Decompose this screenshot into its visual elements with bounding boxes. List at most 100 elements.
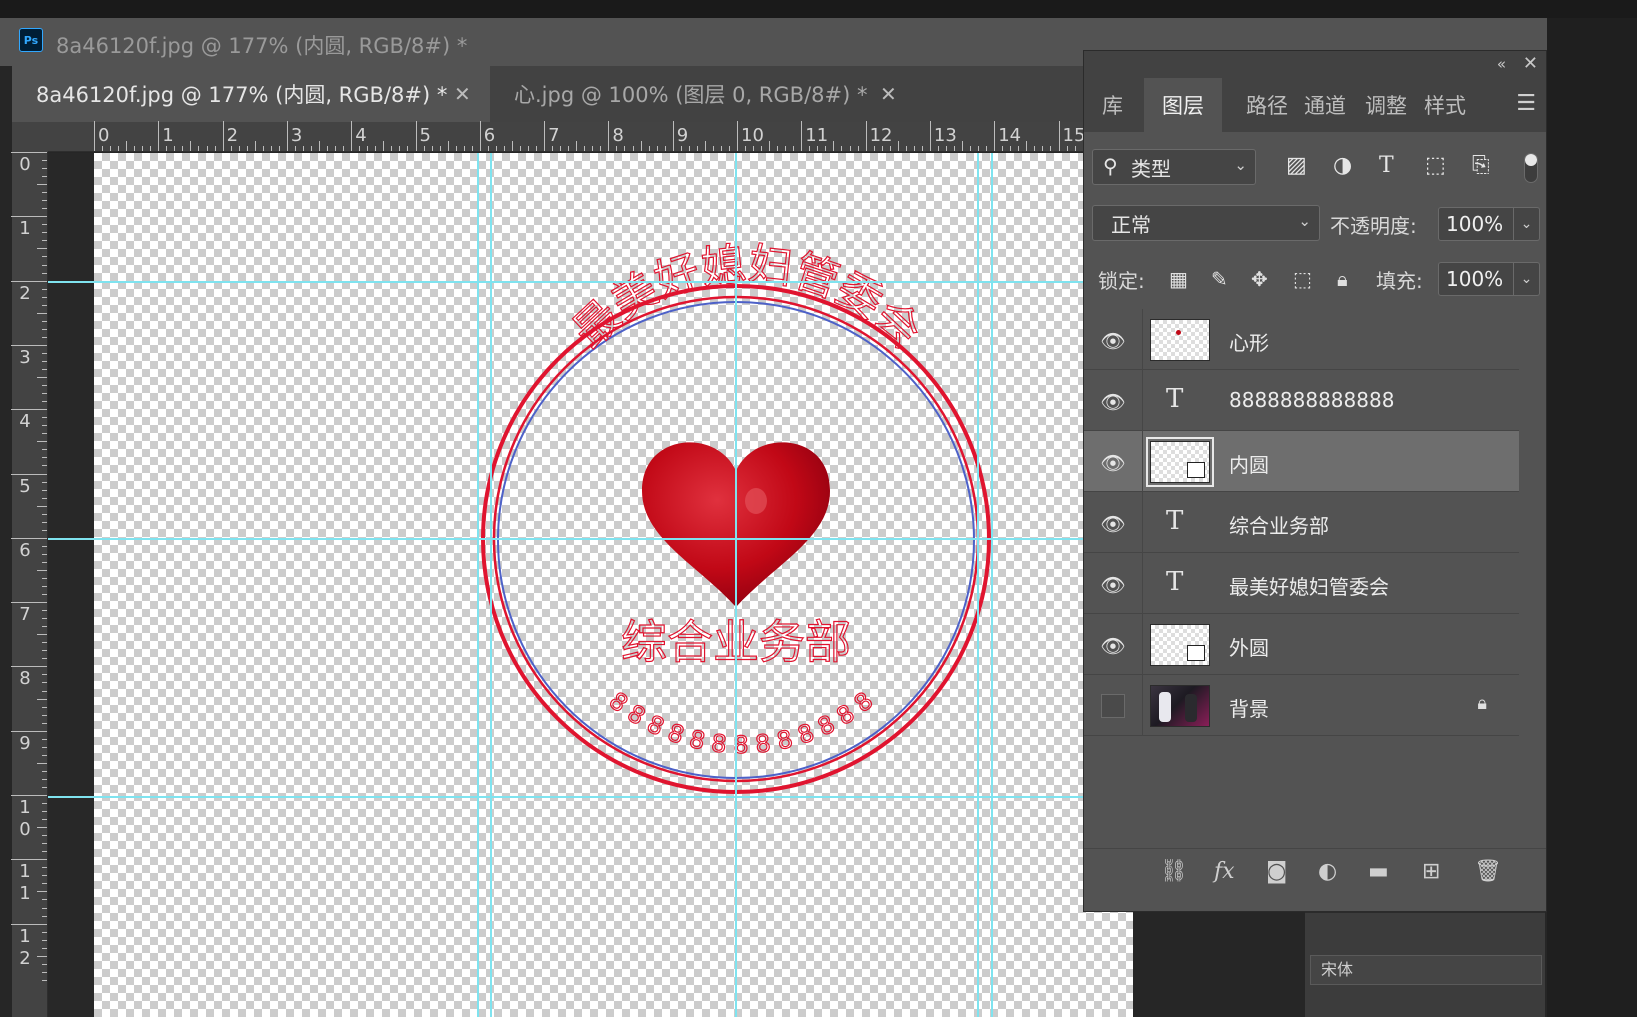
shape-filter-icon[interactable]: ⬚ [1425,153,1446,178]
layer-row-heart[interactable]: 👁︎ 心形 [1084,309,1519,370]
ruler-tick [11,602,47,604]
ruler-subtick [913,146,915,151]
ruler-label: 15 [1062,125,1086,146]
tab-styles[interactable]: 样式 [1424,78,1466,132]
layer-row-background[interactable]: 背景 🔒︎ [1084,675,1519,736]
eye-icon[interactable]: 👁︎ [1100,451,1126,475]
ruler-subtick [343,146,345,151]
ruler-subtick [182,146,184,151]
ruler-subtick [42,160,47,162]
tab-heart-jpg[interactable]: 心.jpg @ 100% (图层 0, RGB/8#) * ✕ [490,66,930,122]
opacity-input[interactable]: 100% [1438,207,1514,241]
lock-image-pixels-icon[interactable]: ✎ [1211,267,1228,291]
ruler-subtick [696,146,698,151]
lock-position-icon[interactable]: ✥ [1251,267,1268,291]
ruler-corner[interactable] [12,122,48,152]
layer-row-department[interactable]: 👁︎ T 综合业务部 [1084,492,1519,553]
layer-name: 外圆 [1229,636,1269,660]
ruler-subtick [656,146,658,151]
tab-library[interactable]: 库 [1102,78,1123,132]
ruler-subtick [42,706,47,708]
canvas-area[interactable]: 最美好媳妇管委会 综合业务部 8 8 8 8 8 8 8 8 8 8 8 8 8 [48,153,1133,1017]
ruler-subtick [1050,146,1052,151]
ruler-label: 8 [612,125,624,146]
ruler-subtick [632,146,634,151]
ruler-subtick [42,610,47,612]
ruler-tick [11,795,47,796]
ruler-subtick [42,786,47,788]
layer-row-inner-circle[interactable]: 👁︎ 内圆 [1084,431,1519,492]
eye-icon[interactable]: 👁︎ [1100,329,1126,353]
panel-tabs: 库 图层 路径 通道 调整 样式 ☰ [1084,78,1546,132]
close-icon[interactable]: ✕ [454,82,471,106]
layer-filter-select[interactable]: ⚲ 类型 ⌄ [1092,149,1256,185]
chevron-down-icon[interactable]: ⌄ [1514,207,1540,241]
menu-icon[interactable]: ☰ [1516,91,1536,116]
fill-input[interactable]: 100% [1438,262,1514,296]
ruler-label: 0 [98,125,110,146]
link-layers-icon[interactable]: ⛓ [1160,859,1188,884]
ruler-subtick [841,146,843,151]
folder-icon[interactable]: ▬ [1368,859,1389,884]
ruler-subtick [399,146,401,151]
tab-paths[interactable]: 路径 [1246,78,1288,132]
ruler-subtick [576,141,578,151]
ruler-subtick [584,146,586,151]
ruler-subtick [254,141,256,151]
new-layer-icon[interactable]: ⊞ [1422,859,1440,884]
adjustment-filter-icon[interactable]: ◑ [1333,153,1352,178]
image-filter-icon[interactable]: ▨ [1286,153,1307,178]
add-mask-icon[interactable]: ◙ [1266,859,1287,884]
lock-icon[interactable]: 🔒︎ [1477,693,1487,714]
eye-icon[interactable]: 👁︎ [1100,512,1126,536]
text-filter-icon[interactable]: T [1379,153,1394,178]
ruler-subtick [600,146,602,151]
ruler-subtick [42,867,47,869]
lock-transparent-pixels-icon[interactable]: ▦ [1169,267,1188,291]
shape-layer-icon [1187,645,1205,661]
layer-row-arc-title[interactable]: 👁︎ T 最美好媳妇管委会 [1084,553,1519,614]
font-family-field[interactable]: 宋体 [1310,955,1542,985]
tab-adjustments[interactable]: 调整 [1365,78,1407,132]
ruler-subtick [42,336,47,338]
horizontal-ruler[interactable]: 0 1 2 3 4 5 6 7 8 9 10 11 12 13 14 15 [48,121,1133,152]
vertical-ruler[interactable]: 0123456789101112 [11,152,48,1017]
chevron-down-icon[interactable]: ⌄ [1514,262,1540,296]
ruler-subtick [42,899,47,901]
tab-8a46120f[interactable]: 8a46120f.jpg @ 177% (内圆, RGB/8#) * ✕ [12,66,490,122]
visibility-toggle[interactable] [1101,694,1125,718]
lock-artboard-icon[interactable]: ⬚ [1293,267,1312,291]
close-icon[interactable]: ✕ [1523,53,1538,74]
ruler-subtick [126,141,128,151]
ruler-subtick [728,146,730,151]
ruler-label: 11 [805,125,829,146]
ruler-subtick [42,328,47,330]
smart-object-filter-icon[interactable]: ⎘ [1472,153,1490,178]
adjustment-layer-icon[interactable]: ◐ [1318,859,1337,884]
layer-row-outer-circle[interactable]: 👁︎ 外圆 [1084,614,1519,675]
ruler-tick [11,473,47,475]
filter-label: 类型 [1131,156,1171,181]
eye-icon[interactable]: 👁︎ [1100,390,1126,414]
ruler-subtick [42,577,47,579]
fx-icon[interactable]: fx [1214,859,1235,884]
trash-icon[interactable]: 🗑︎ [1474,859,1502,884]
ruler-subtick [455,146,457,151]
ruler-subtick [42,561,47,563]
fill-label: 填充: [1376,269,1423,293]
ruler-subtick [190,141,192,151]
tab-channels[interactable]: 通道 [1304,78,1346,132]
tab-layers[interactable]: 图层 [1144,78,1222,132]
ruler-subtick [528,146,530,151]
blend-mode-select[interactable]: 正常 ⌄ [1092,205,1320,241]
collapse-icon[interactable]: « [1497,55,1506,73]
filter-toggle[interactable] [1524,153,1538,183]
close-icon[interactable]: ✕ [880,82,897,106]
eye-icon[interactable]: 👁︎ [1100,634,1126,658]
ruler-subtick [407,146,409,151]
ruler-subtick [937,146,939,151]
eye-icon[interactable]: 👁︎ [1100,573,1126,597]
layer-row-numbers[interactable]: 👁︎ T 8888888888888 [1084,370,1519,431]
lock-all-icon[interactable]: 🔒︎ [1337,267,1348,291]
layer-name: 8888888888888 [1229,388,1395,412]
